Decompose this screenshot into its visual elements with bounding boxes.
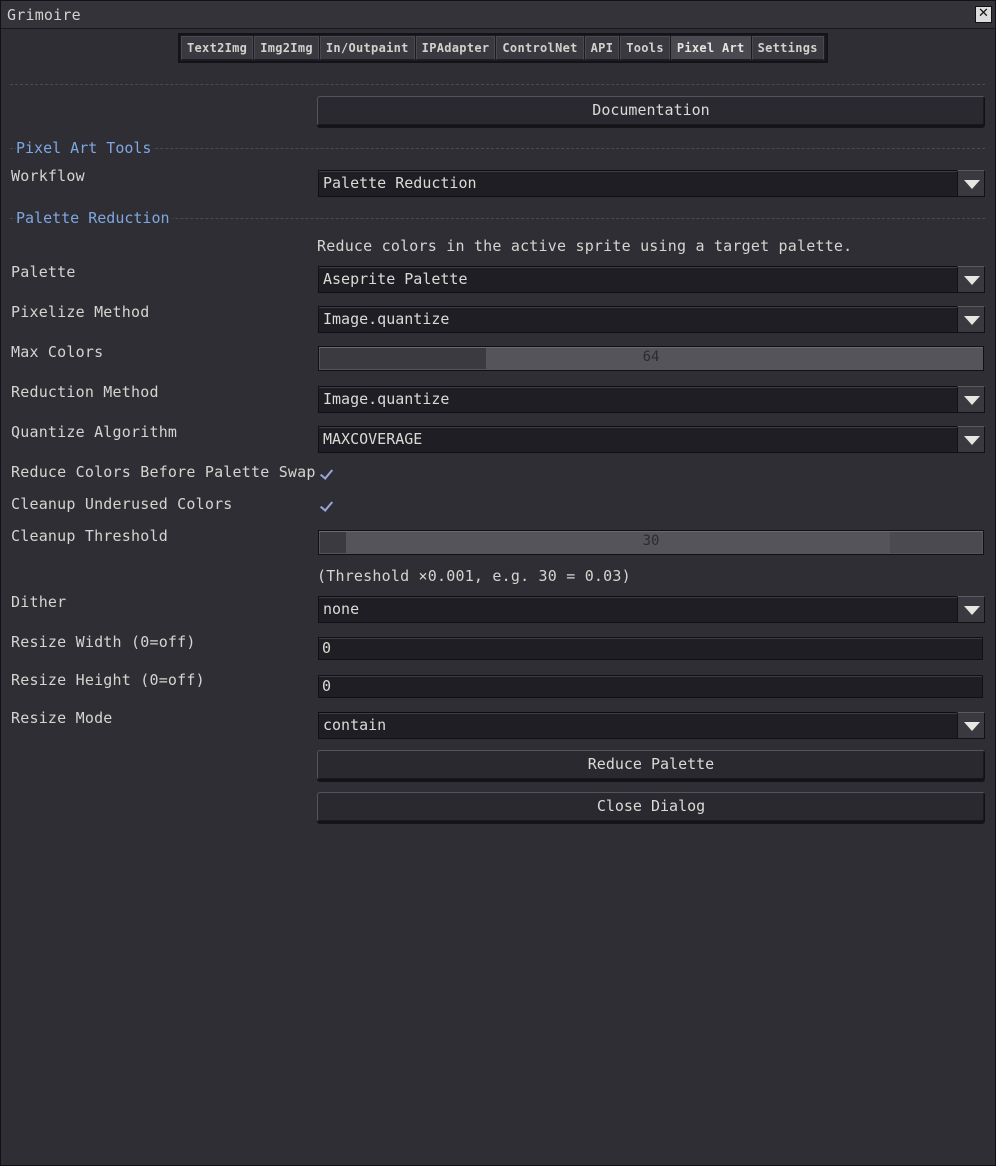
max-colors-value: 64 (642, 349, 660, 365)
reduce-before-swap-label: Reduce Colors Before Palette Swap (11, 463, 316, 481)
reduction-method-label: Reduction Method (11, 383, 159, 401)
title-bar[interactable]: Grimoire ✕ (1, 1, 995, 29)
quantize-algorithm-select[interactable]: MAXCOVERAGE (318, 426, 985, 453)
section-palette-reduction: Palette Reduction (16, 209, 172, 227)
resize-height-label: Resize Height (0=off) (11, 671, 205, 689)
close-icon[interactable]: ✕ (975, 6, 992, 23)
close-dialog-button[interactable]: Close Dialog (317, 792, 985, 822)
section-pixel-art-tools: Pixel Art Tools (16, 139, 154, 157)
resize-width-input[interactable]: 0 (318, 637, 983, 660)
tab-bar: Text2Img Img2Img In/Outpaint IPAdapter C… (178, 33, 828, 63)
tab-controlnet[interactable]: ControlNet (496, 36, 584, 60)
palette-label: Palette (11, 263, 76, 281)
cleanup-threshold-label: Cleanup Threshold (11, 527, 168, 545)
quantize-algorithm-label: Quantize Algorithm (11, 423, 178, 441)
reduce-before-swap-checkbox[interactable] (319, 466, 335, 482)
max-colors-slider[interactable]: 64 (318, 346, 984, 371)
cleanup-underused-checkbox[interactable] (319, 498, 335, 514)
resize-mode-value[interactable]: contain (318, 712, 958, 739)
tab-pixel-art[interactable]: Pixel Art (670, 36, 751, 60)
pixelize-method-select[interactable]: Image.quantize (318, 306, 985, 333)
tab-inoutpaint[interactable]: In/Outpaint (319, 36, 415, 60)
workflow-label: Workflow (11, 167, 85, 185)
divider (10, 84, 985, 85)
dither-select[interactable]: none (318, 596, 985, 623)
workflow-value[interactable]: Palette Reduction (318, 170, 958, 197)
documentation-button[interactable]: Documentation (317, 96, 985, 126)
description-text: Reduce colors in the active sprite using… (317, 237, 853, 255)
resize-width-label: Resize Width (0=off) (11, 633, 196, 651)
quantize-algorithm-value[interactable]: MAXCOVERAGE (318, 426, 958, 453)
pixelize-method-value[interactable]: Image.quantize (318, 306, 958, 333)
divider (10, 148, 985, 149)
tab-api[interactable]: API (584, 36, 620, 60)
palette-value[interactable]: Aseprite Palette (318, 266, 958, 293)
resize-mode-label: Resize Mode (11, 709, 113, 727)
pixelize-method-label: Pixelize Method (11, 303, 150, 321)
dialog-window: Grimoire ✕ Text2Img Img2Img In/Outpaint … (0, 0, 996, 1166)
tab-text2img[interactable]: Text2Img (181, 36, 254, 60)
chevron-down-icon[interactable] (957, 426, 985, 453)
tab-tools[interactable]: Tools (620, 36, 670, 60)
resize-height-input[interactable]: 0 (318, 675, 983, 698)
reduction-method-select[interactable]: Image.quantize (318, 386, 985, 413)
max-colors-label: Max Colors (11, 343, 104, 361)
threshold-note: (Threshold ×0.001, e.g. 30 = 0.03) (317, 567, 631, 585)
chevron-down-icon[interactable] (957, 170, 985, 197)
cleanup-threshold-value: 30 (642, 533, 660, 549)
palette-select[interactable]: Aseprite Palette (318, 266, 985, 293)
dither-label: Dither (11, 593, 67, 611)
tab-ipadapter[interactable]: IPAdapter (415, 36, 496, 60)
tab-img2img[interactable]: Img2Img (254, 36, 319, 60)
dither-value[interactable]: none (318, 596, 958, 623)
window-title: Grimoire (7, 6, 81, 24)
cleanup-threshold-slider[interactable]: 30 (318, 530, 984, 555)
resize-mode-select[interactable]: contain (318, 712, 985, 739)
workflow-select[interactable]: Palette Reduction (318, 170, 985, 197)
cleanup-underused-label: Cleanup Underused Colors (11, 495, 233, 513)
reduce-palette-button[interactable]: Reduce Palette (317, 750, 985, 780)
chevron-down-icon[interactable] (957, 306, 985, 333)
chevron-down-icon[interactable] (957, 596, 985, 623)
reduction-method-value[interactable]: Image.quantize (318, 386, 958, 413)
chevron-down-icon[interactable] (957, 712, 985, 739)
tab-settings[interactable]: Settings (751, 36, 824, 60)
chevron-down-icon[interactable] (957, 266, 985, 293)
chevron-down-icon[interactable] (957, 386, 985, 413)
